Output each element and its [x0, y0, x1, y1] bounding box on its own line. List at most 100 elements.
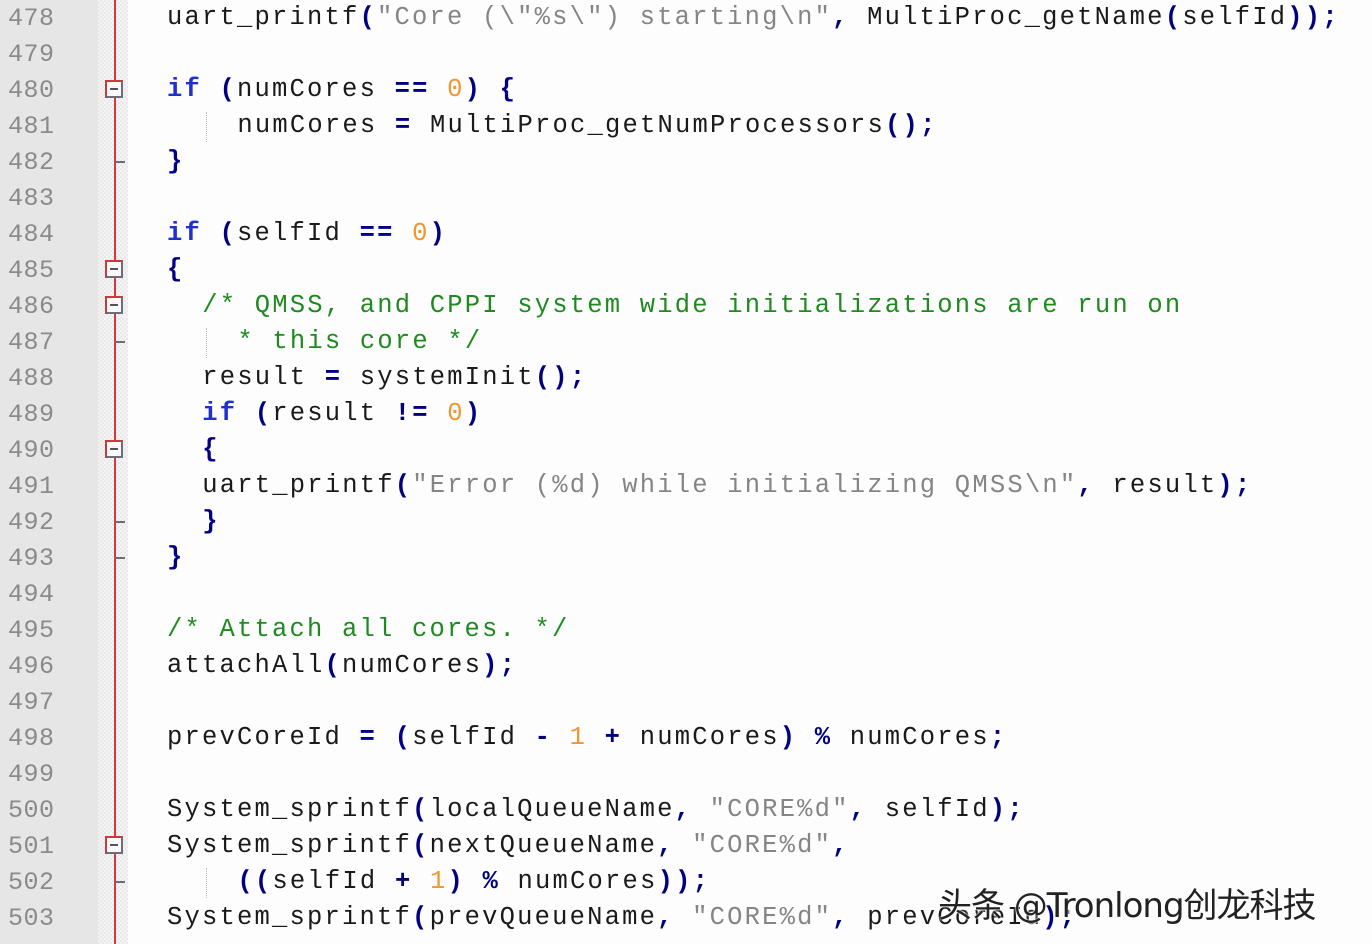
code-line[interactable]: 492}: [0, 504, 1372, 540]
operator-token: ();: [885, 111, 938, 140]
operator-token: ,: [657, 831, 675, 860]
code-line[interactable]: 494: [0, 576, 1372, 612]
code-text: if (result != 0): [202, 399, 482, 429]
operator-token: ): [779, 723, 798, 752]
code-line[interactable]: 484 if (selfId == 0): [0, 216, 1372, 252]
identifier-token: result: [272, 399, 395, 428]
operator-token: ,: [832, 831, 850, 860]
operator-token: ==: [394, 75, 430, 104]
code-text: }: [167, 147, 185, 177]
operator-token: (: [219, 219, 238, 248]
indent-guide: [206, 328, 208, 358]
code-line[interactable]: 482}: [0, 144, 1372, 180]
operator-token: ): [429, 219, 448, 248]
identifier-token: [675, 903, 693, 932]
operator-token: (: [219, 75, 238, 104]
code-text: System_sprintf(localQueueName, "CORE%d",…: [167, 795, 1025, 825]
code-line[interactable]: 490 {: [0, 432, 1372, 468]
code-line[interactable]: 491 uart_printf("Error (%d) while initial…: [0, 468, 1372, 504]
operator-token: (: [412, 795, 430, 824]
code-line[interactable]: 493}: [0, 540, 1372, 576]
code-line[interactable]: 499: [0, 756, 1372, 792]
code-line[interactable]: 480 if (numCores == 0) {: [0, 72, 1372, 108]
identifier-token: [202, 75, 220, 104]
identifier-token: [482, 75, 500, 104]
operator-token: ,: [657, 903, 675, 932]
identifier-token: [395, 219, 413, 248]
line-number: 484: [8, 220, 55, 249]
code-line[interactable]: 497: [0, 684, 1372, 720]
fold-end-marker: [115, 881, 125, 883]
code-text: uart_printf("Error (%d) while initializi…: [202, 471, 1252, 501]
code-text: uart_printf("Core (\"%s\") starting\n", …: [167, 3, 1340, 33]
code-line[interactable]: 498 prevCoreId = (selfId - 1 + numCores) …: [0, 720, 1372, 756]
operator-token: (: [412, 831, 430, 860]
indent-guide: [206, 112, 208, 142]
comment-token: * this core */: [237, 327, 483, 356]
operator-token: (: [1164, 3, 1183, 32]
line-number: 501: [8, 832, 55, 861]
code-line[interactable]: 496 attachAll(numCores);: [0, 648, 1372, 684]
code-text: if (numCores == 0) {: [167, 75, 517, 105]
identifier-token: [552, 723, 570, 752]
identifier-token: selfId: [237, 219, 360, 248]
code-line[interactable]: 483: [0, 180, 1372, 216]
fold-collapse-icon[interactable]: [105, 80, 123, 98]
number-token: 1: [569, 723, 588, 752]
code-editor[interactable]: 478 uart_printf("Core (\"%s\") starting\n…: [0, 0, 1372, 944]
fold-collapse-icon[interactable]: [105, 260, 123, 278]
line-number: 486: [8, 292, 55, 321]
identifier-token: prevCoreId: [167, 723, 360, 752]
identifier-token: numCores: [237, 111, 395, 140]
code-line[interactable]: 488 result = systemInit();: [0, 360, 1372, 396]
fold-collapse-icon[interactable]: [105, 440, 123, 458]
number-token: 0: [447, 399, 465, 428]
operator-token: ,: [832, 3, 850, 32]
identifier-token: result: [1094, 471, 1218, 500]
identifier-token: numCores: [500, 867, 658, 896]
operator-token: ((: [237, 867, 273, 896]
number-token: 0: [412, 219, 430, 248]
string-token: "CORE%d": [709, 795, 850, 824]
identifier-token: numCores: [342, 651, 483, 680]
fold-collapse-icon[interactable]: [105, 296, 123, 314]
code-line[interactable]: 501 System_sprintf(nextQueueName, "CORE%d…: [0, 828, 1372, 864]
code-line[interactable]: 481 numCores = MultiProc_getNumProcessors…: [0, 108, 1372, 144]
operator-token: ): [464, 399, 483, 428]
code-line[interactable]: 485 {: [0, 252, 1372, 288]
line-number: 489: [8, 400, 55, 429]
identifier-token: [465, 867, 483, 896]
identifier-token: MultiProc_getName: [849, 3, 1165, 32]
string-token: "CORE%d": [692, 903, 833, 932]
identifier-token: [692, 795, 710, 824]
line-number: 478: [8, 4, 55, 33]
code-text: ((selfId + 1) % numCores));: [237, 867, 710, 897]
code-line[interactable]: 487 * this core */: [0, 324, 1372, 360]
code-line[interactable]: 486 /* QMSS, and CPPI system wide initial…: [0, 288, 1372, 324]
code-text: numCores = MultiProc_getNumProcessors();: [237, 111, 937, 141]
operator-token: );: [482, 651, 518, 680]
operator-token: {: [167, 255, 185, 284]
fold-collapse-icon[interactable]: [105, 836, 123, 854]
code-line[interactable]: 489 if (result != 0): [0, 396, 1372, 432]
code-text: if (selfId == 0): [167, 219, 447, 249]
comment-token: /* Attach all cores. */: [167, 615, 570, 644]
code-text: attachAll(numCores);: [167, 651, 517, 681]
code-line[interactable]: 479: [0, 36, 1372, 72]
line-number: 482: [8, 148, 55, 177]
code-text: {: [202, 435, 220, 465]
indent-guide: [206, 868, 208, 898]
identifier-token: selfId: [1182, 3, 1288, 32]
operator-token: -: [534, 723, 553, 752]
operator-token: ;: [989, 723, 1008, 752]
line-number: 490: [8, 436, 55, 465]
identifier-token: uart_printf: [167, 3, 360, 32]
line-number: 503: [8, 904, 55, 933]
identifier-token: [430, 399, 448, 428]
identifier-token: System_sprintf: [167, 831, 413, 860]
operator-token: (: [394, 471, 413, 500]
identifier-token: [377, 723, 395, 752]
code-line[interactable]: 500 System_sprintf(localQueueName, "CORE%…: [0, 792, 1372, 828]
code-line[interactable]: 495 /* Attach all cores. */: [0, 612, 1372, 648]
code-line[interactable]: 478 uart_printf("Core (\"%s\") starting\n…: [0, 0, 1372, 36]
